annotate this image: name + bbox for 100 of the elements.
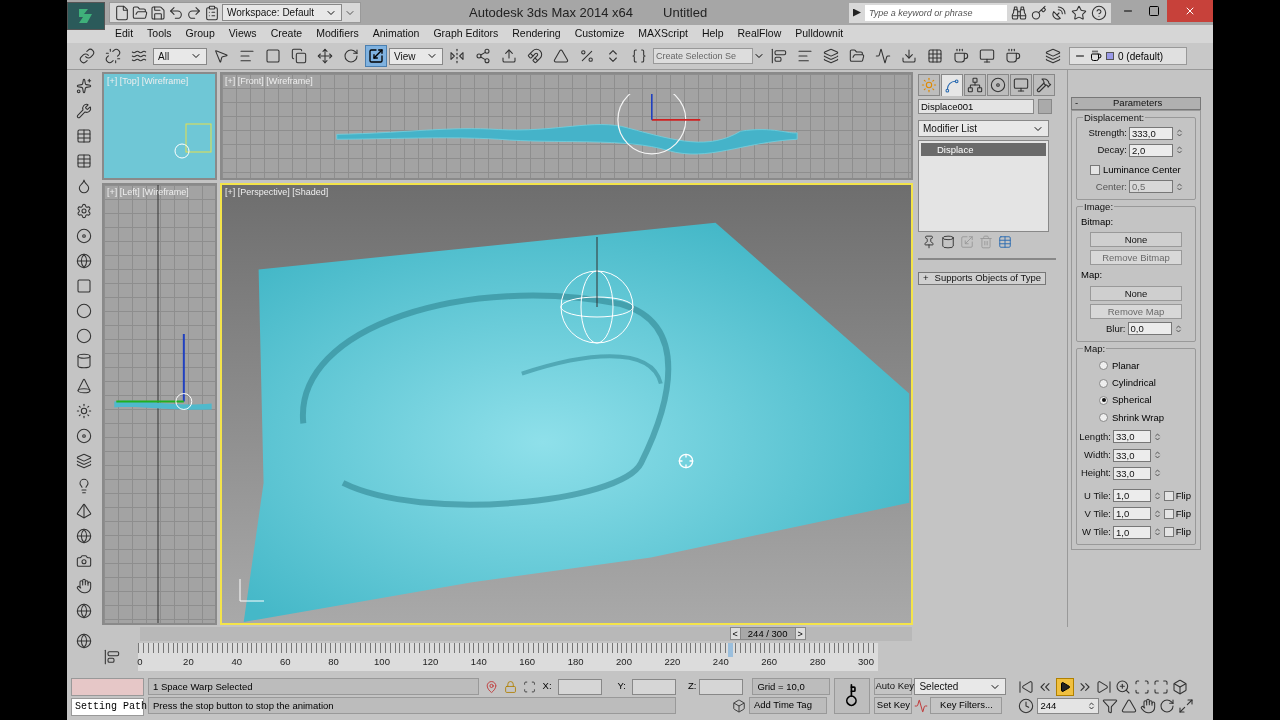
menu-item[interactable]: Help <box>695 26 730 42</box>
app-logo[interactable] <box>67 1 105 30</box>
setting-path-field[interactable]: Setting Path <box>71 698 144 716</box>
value-field[interactable]: 33,0 <box>1113 466 1151 480</box>
group-title: Displacement: <box>1083 111 1146 126</box>
menu-item[interactable]: Customize <box>568 26 631 42</box>
radio-button[interactable] <box>1099 361 1108 371</box>
value-field[interactable]: 1,0 <box>1113 525 1151 539</box>
time-slider-track[interactable]: < 244 / 300 > <box>140 627 912 641</box>
checkbox[interactable] <box>1164 490 1174 501</box>
auto-key-button[interactable]: Auto Key <box>874 678 913 695</box>
menu-item[interactable]: MAXScript <box>632 26 694 42</box>
menu-item[interactable]: Group <box>179 26 221 42</box>
time-tag-cube-icon[interactable] <box>732 698 746 713</box>
menu-item[interactable]: Graph Editors <box>427 26 505 42</box>
menu-item[interactable]: Pulldownit <box>789 26 850 42</box>
undo-icon[interactable] <box>168 4 184 21</box>
hammer-icon-tab[interactable] <box>1033 74 1055 96</box>
key-mode-dropdown[interactable]: Selected <box>914 678 1007 695</box>
layer-dropdown[interactable]: 0 (default) <box>1069 47 1187 65</box>
selection-filter-dropdown[interactable]: All <box>153 47 207 65</box>
search-field[interactable]: Type a keyword or phrase <box>865 4 1007 21</box>
rollout-header[interactable]: + Supports Objects of Type <box>918 272 1046 285</box>
redo-icon[interactable] <box>186 4 202 21</box>
value-field[interactable]: 1,0 <box>1113 489 1151 503</box>
workspace-dropdown[interactable]: Workspace: Default <box>222 4 342 21</box>
value-field[interactable]: 2,0 <box>1129 143 1173 157</box>
z-coordinate-field[interactable] <box>699 678 744 695</box>
value-field[interactable]: 333,0 <box>1129 126 1173 140</box>
stack-item[interactable]: Displace <box>921 143 1046 156</box>
pin-icon[interactable] <box>922 235 936 249</box>
object-color-swatch[interactable] <box>1038 99 1052 114</box>
radio-button[interactable] <box>1099 413 1108 423</box>
maximize-viewport-icon[interactable] <box>1178 698 1195 714</box>
menu-item[interactable]: Edit <box>109 26 140 42</box>
named-selection-field[interactable]: Create Selection Se <box>653 48 753 64</box>
key-tangent-icon[interactable] <box>914 698 929 713</box>
script-listener-field[interactable] <box>71 678 144 696</box>
value-field[interactable]: 1,0 <box>1113 507 1151 521</box>
value-field[interactable]: 0,0 <box>1127 322 1172 336</box>
set-key-button[interactable]: Set Key <box>874 697 913 714</box>
new-file-icon[interactable] <box>114 4 130 21</box>
previous-frame-button[interactable]: < <box>730 628 741 639</box>
menu-item[interactable]: Create <box>264 26 309 42</box>
radio-button[interactable] <box>1099 378 1108 388</box>
curve-icon-tab[interactable] <box>941 74 963 96</box>
reference-coordinate-dropdown[interactable]: View <box>389 47 443 65</box>
save-icon[interactable] <box>150 4 166 21</box>
menu-item[interactable]: Views <box>222 26 263 42</box>
monitor-icon-tab[interactable] <box>1010 74 1032 96</box>
coordinate-label: Y: <box>617 679 626 694</box>
value-field[interactable]: 33,0 <box>1113 448 1151 462</box>
disc-icon-tab[interactable] <box>987 74 1009 96</box>
star-icon[interactable] <box>1071 4 1087 21</box>
satellite-dish-icon[interactable] <box>1051 4 1067 21</box>
menu-item[interactable]: Modifiers <box>310 26 365 42</box>
rollout-button[interactable]: None <box>1090 285 1182 301</box>
add-time-tag-button[interactable]: Add Time Tag <box>749 697 827 714</box>
menu-item[interactable]: RealFlow <box>731 26 788 42</box>
checkbox-label: Flip <box>1175 525 1191 539</box>
radio-label: Cylindrical <box>1112 376 1156 390</box>
next-frame-button[interactable]: > <box>794 628 805 639</box>
set-key-mode-button[interactable] <box>834 678 871 714</box>
help-icon[interactable] <box>1091 4 1107 21</box>
pan-icon[interactable] <box>1140 698 1157 714</box>
y-coordinate-field[interactable] <box>632 678 676 695</box>
spinner-icon[interactable] <box>1087 700 1097 712</box>
hierarchy-icon-tab[interactable] <box>964 74 986 96</box>
current-frame-field[interactable]: 244 <box>1037 698 1100 714</box>
parameters-rollout-header[interactable]: - Parameters <box>1071 97 1201 110</box>
rollout-button[interactable]: None <box>1090 232 1182 248</box>
checkbox[interactable] <box>1164 527 1174 538</box>
scale-button[interactable] <box>365 45 387 67</box>
time-slider-thumb[interactable]: < 244 / 300 > <box>729 627 806 640</box>
value-field[interactable]: 33,0 <box>1113 430 1151 444</box>
viewport[interactable]: [+] [Perspective] [Shaded] <box>220 183 913 625</box>
key-filters-button[interactable]: Key Filters... <box>930 697 1003 714</box>
modifier-list-dropdown[interactable]: Modifier List <box>918 120 1049 137</box>
coordinate-label: X: <box>542 679 552 694</box>
checkbox[interactable] <box>1090 164 1100 175</box>
checkbox[interactable] <box>1164 508 1174 519</box>
menu-item[interactable]: Animation <box>366 26 426 42</box>
radio-button[interactable] <box>1099 395 1108 405</box>
go-to-start-icon[interactable] <box>1018 679 1035 695</box>
menu-item[interactable]: Rendering <box>506 26 567 42</box>
menu-item[interactable]: Tools <box>141 26 178 42</box>
viewport-label[interactable]: [+] [Perspective] [Shaded] <box>225 186 329 200</box>
open-folder-icon[interactable] <box>132 4 148 21</box>
cup-icon <box>1090 50 1102 62</box>
isolate-pin-icon[interactable] <box>485 679 499 694</box>
object-name-field[interactable]: Displace001 <box>918 99 1034 114</box>
x-coordinate-field[interactable] <box>557 678 602 695</box>
frame-tick-label: 120 <box>422 655 439 669</box>
track-bar[interactable]: 0 20 40 60 80 100 120 140 160 180 200 220 240 260 280 300 <box>138 643 878 671</box>
play-button[interactable] <box>1056 678 1075 696</box>
zoom-icon[interactable] <box>1115 679 1132 695</box>
go-to-end-icon[interactable] <box>1096 679 1113 695</box>
binoculars-icon[interactable] <box>1011 4 1027 21</box>
key-icon[interactable] <box>1031 4 1047 21</box>
layer-color-swatch <box>1106 52 1114 60</box>
